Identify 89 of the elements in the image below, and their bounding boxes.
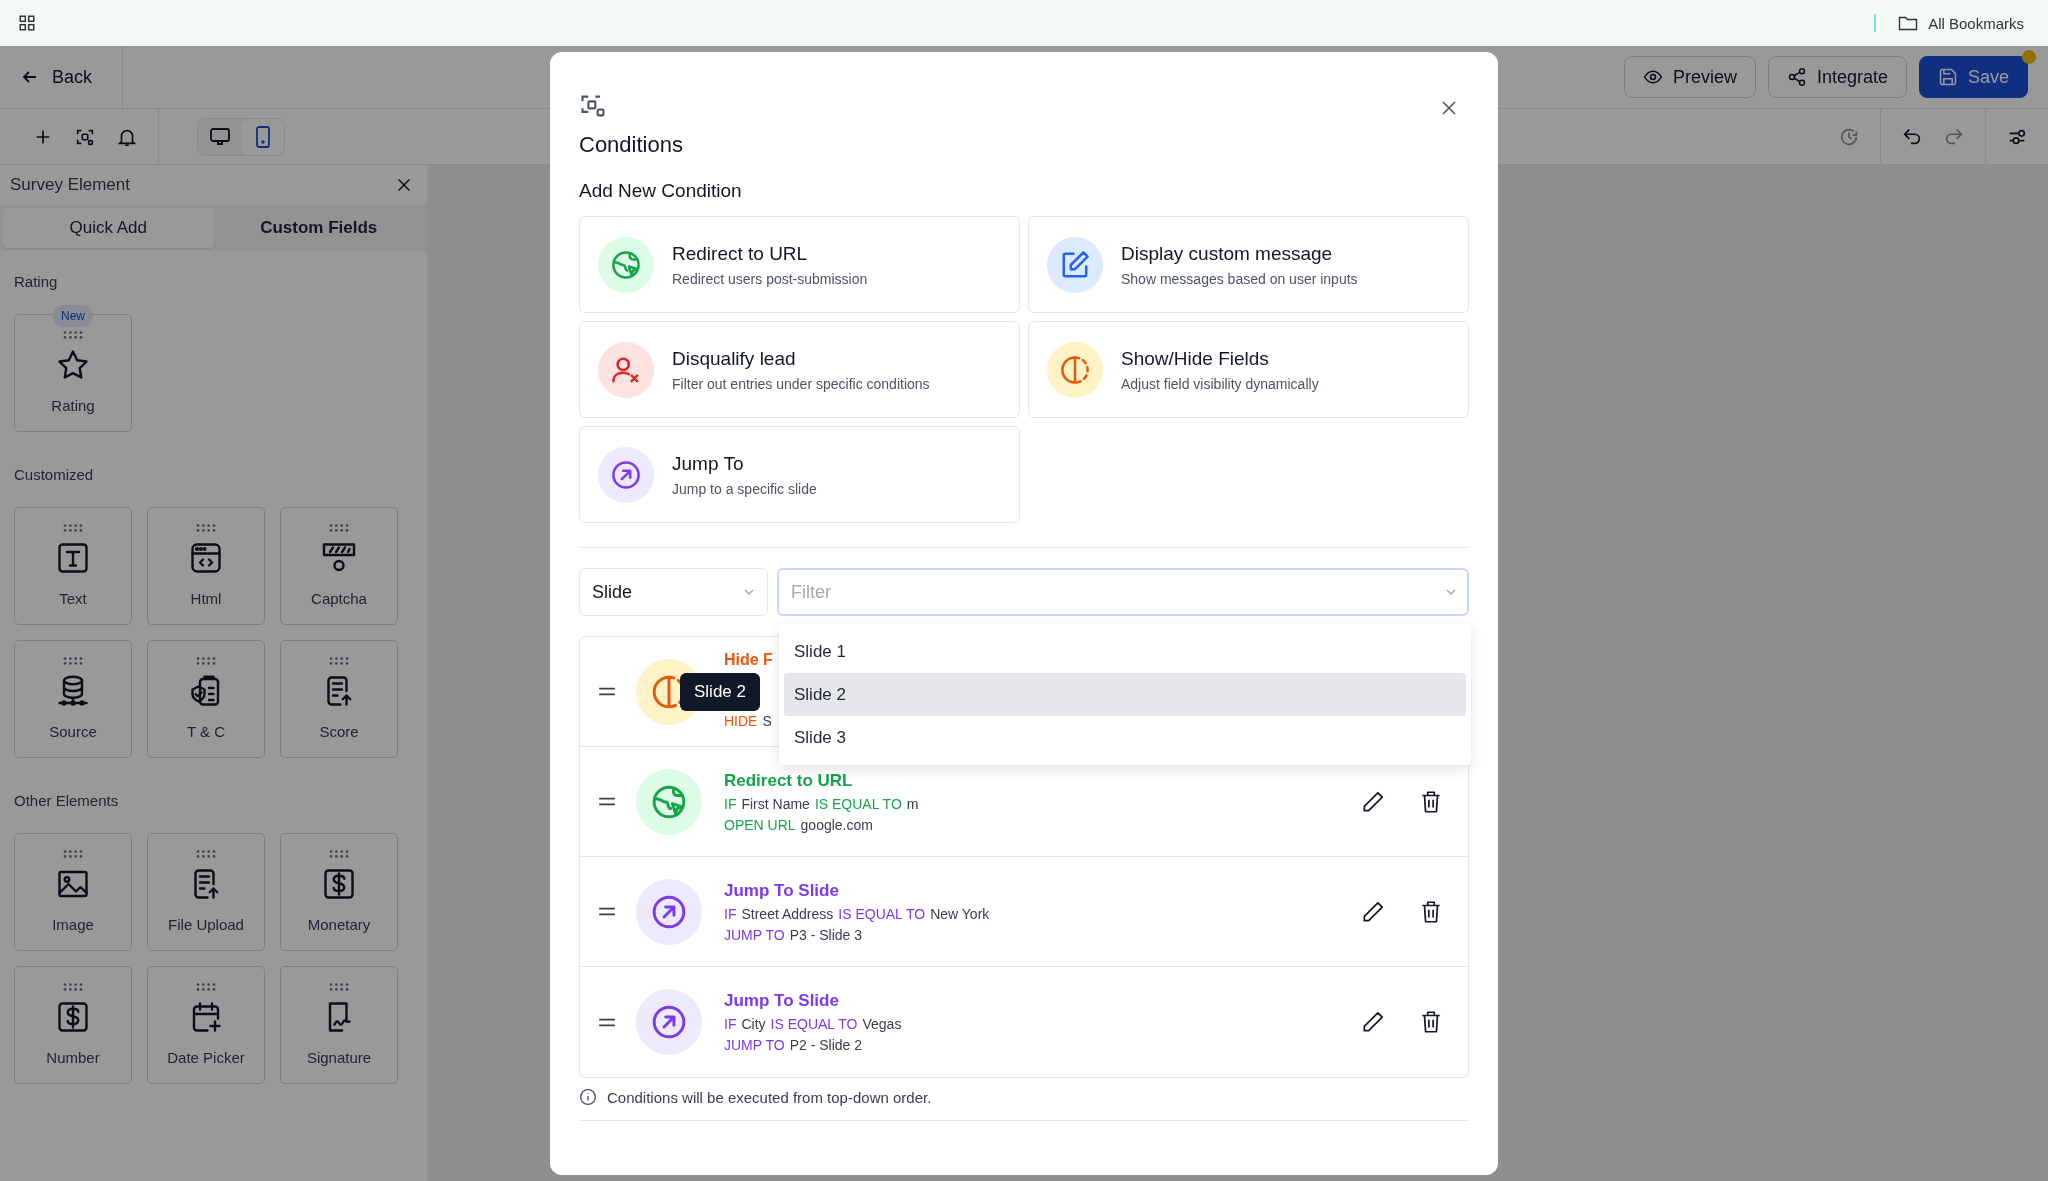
panel-tab[interactable]: Custom Fields xyxy=(213,208,424,248)
eye-icon xyxy=(1642,67,1663,87)
option-title: Redirect to URL xyxy=(672,242,809,265)
panel-title: Survey Element xyxy=(10,175,130,195)
condition-rule: IF Street Address IS EQUAL TO New York xyxy=(724,905,990,922)
panel-tab[interactable]: Quick Add xyxy=(3,208,214,248)
option-description: Jump to a specific slide xyxy=(672,480,817,497)
element-tile[interactable]: Html xyxy=(147,507,265,625)
tooltip: Slide 2 xyxy=(680,673,760,711)
drag-handle-icon xyxy=(62,983,84,991)
condition-option[interactable]: Redirect to URL Redirect users post-submission xyxy=(579,216,1020,313)
back-button[interactable]: Back xyxy=(0,46,124,108)
filter-select[interactable]: Filter xyxy=(777,568,1469,616)
condition-rule: JUMP TO P3 - Slide 3 xyxy=(724,926,864,943)
drag-handle-icon xyxy=(62,331,84,339)
condition-option[interactable]: Display custom message Show messages based on user inputs xyxy=(1028,216,1469,313)
drag-handle-icon xyxy=(62,524,84,532)
condition-option[interactable]: Show/Hide Fields Adjust field visibility dynamically xyxy=(1028,321,1469,418)
drag-handle-icon xyxy=(195,850,217,858)
section-heading: Add New Condition xyxy=(579,180,743,202)
new-badge: New xyxy=(53,305,93,327)
condition-rule: JUMP TO P2 - Slide 2 xyxy=(724,1037,864,1053)
mobile-view-button[interactable] xyxy=(241,118,284,155)
drag-handle-icon xyxy=(62,657,84,665)
condition-option[interactable]: Jump To Jump to a specific slide xyxy=(579,426,1020,523)
option-title: Jump To xyxy=(672,452,745,475)
dropdown-option[interactable]: Slide 3 xyxy=(784,716,1466,759)
close-icon[interactable] xyxy=(395,176,413,194)
option-title: Disqualify lead xyxy=(672,347,797,370)
condition-title: Redirect to URL xyxy=(724,770,854,791)
money-icon xyxy=(55,999,91,1035)
drag-handle-icon[interactable] xyxy=(598,687,616,696)
option-title: Display custom message xyxy=(1121,242,1334,265)
option-description: Redirect users post-submission xyxy=(672,270,868,287)
option-title: Show/Hide Fields xyxy=(1121,347,1270,370)
text-icon xyxy=(55,540,91,576)
element-tile[interactable]: Number xyxy=(14,966,132,1084)
source-icon xyxy=(55,673,91,709)
condition-rule: IF City IS EQUAL TO Vegas xyxy=(724,1016,902,1032)
drag-handle-icon xyxy=(328,657,350,665)
drag-handle-icon xyxy=(195,983,217,991)
element-tile[interactable]: Source xyxy=(14,640,132,758)
dropdown-option[interactable]: Slide 1 xyxy=(784,630,1466,673)
note-text: Conditions will be executed from top-down order. xyxy=(607,1088,932,1106)
element-tile[interactable]: Monetary xyxy=(280,833,398,951)
option-description: Show messages based on user inputs xyxy=(1121,270,1358,287)
drag-handle-icon xyxy=(328,983,350,991)
drag-handle-icon xyxy=(62,850,84,858)
all-bookmarks-button[interactable]: All Bookmarks xyxy=(1892,13,2030,33)
dropdown-option[interactable]: Slide 2 xyxy=(784,673,1466,716)
section-heading: Other Elements xyxy=(14,792,120,809)
section-heading: Customized xyxy=(14,466,95,483)
html-icon xyxy=(188,540,224,576)
option-description: Filter out entries under specific conditions xyxy=(672,375,930,392)
condition-title: Jump To Slide xyxy=(724,880,840,901)
element-tile[interactable]: Image xyxy=(14,833,132,951)
preview-button[interactable]: Preview xyxy=(1623,56,1756,98)
dialog-title: Conditions xyxy=(579,132,684,158)
info-icon xyxy=(579,1088,597,1106)
condition-title: Hide F xyxy=(724,650,773,669)
drag-handle-icon xyxy=(195,524,217,532)
option-description: Adjust field visibility dynamically xyxy=(1121,375,1319,392)
edit-icon[interactable] xyxy=(1360,1009,1386,1035)
condition-rule: HIDE S xyxy=(724,712,773,729)
element-tile[interactable]: Score xyxy=(280,640,398,758)
condition-title: Jump To Slide xyxy=(724,991,840,1011)
apps-icon[interactable] xyxy=(18,14,36,32)
drag-handle-icon xyxy=(328,850,350,858)
condition-rule: IF First Name IS EQUAL TO m xyxy=(724,795,919,812)
drag-handle-icon xyxy=(195,657,217,665)
element-tile[interactable]: File Upload xyxy=(147,833,265,951)
drag-handle-icon[interactable] xyxy=(598,1017,616,1027)
save-button[interactable]: Save xyxy=(1918,56,2028,98)
condition-option[interactable]: Disqualify lead Filter out entries under specific conditions xyxy=(579,321,1020,418)
element-tile[interactable]: T & C xyxy=(147,640,265,758)
share-icon xyxy=(1786,67,1807,87)
element-tile[interactable]: Date Picker xyxy=(147,966,265,1084)
folder-icon xyxy=(1898,15,1919,31)
drag-handle-icon[interactable] xyxy=(598,907,616,916)
integrate-button[interactable]: Integrate xyxy=(1767,56,1907,98)
element-tile[interactable]: Captcha xyxy=(280,507,398,625)
element-tile[interactable]: Text xyxy=(14,507,132,625)
section-heading: Rating xyxy=(14,273,59,290)
money-icon xyxy=(321,866,357,902)
drag-handle-icon[interactable] xyxy=(598,797,616,806)
element-tile[interactable]: Signature xyxy=(280,966,398,1084)
drag-handle-icon xyxy=(328,524,350,532)
type-select[interactable]: Slide xyxy=(579,568,768,616)
condition-rule: OPEN URL google.com xyxy=(724,816,874,833)
